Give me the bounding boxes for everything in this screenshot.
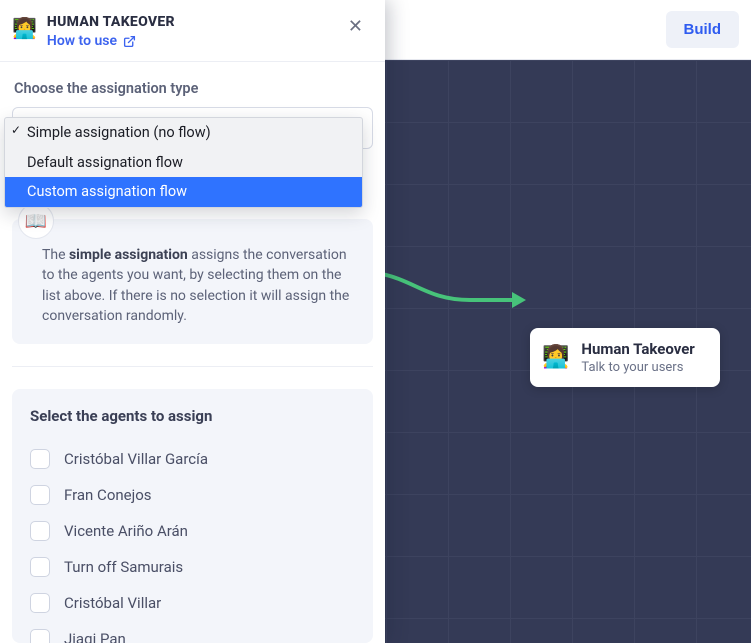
agent-row[interactable]: Cristóbal Villar <box>30 585 355 621</box>
panel-body: Choose the assignation type Simple assig… <box>0 62 385 643</box>
assignation-select-wrap: Simple assignation (no flow)Default assi… <box>12 107 373 149</box>
assignation-type-label: Choose the assignation type <box>14 80 371 97</box>
agent-checkbox[interactable] <box>30 629 50 643</box>
agent-row[interactable]: Turn off Samurais <box>30 549 355 585</box>
info-bold: simple assignation <box>69 247 188 263</box>
agent-checkbox[interactable] <box>30 593 50 613</box>
panel-header: 👩‍💻 HUMAN TAKEOVER How to use ✕ <box>0 0 385 62</box>
book-emoji: 📖 <box>25 211 47 232</box>
agents-card: Select the agents to assign Cristóbal Vi… <box>12 389 373 643</box>
agent-name: Cristóbal Villar <box>64 594 161 612</box>
how-to-use-label: How to use <box>47 33 117 49</box>
assignation-dropdown[interactable]: Simple assignation (no flow)Default assi… <box>4 117 363 208</box>
node-title: Human Takeover <box>581 340 694 358</box>
agent-row[interactable]: Cristóbal Villar García <box>30 441 355 477</box>
panel-heading-block: HUMAN TAKEOVER How to use <box>47 14 175 49</box>
external-link-icon <box>123 35 136 48</box>
agent-name: Jiaqi Pan <box>64 630 126 643</box>
config-panel: 👩‍💻 HUMAN TAKEOVER How to use ✕ Choose t… <box>0 0 385 643</box>
dropdown-option[interactable]: Custom assignation flow <box>5 177 362 207</box>
agent-checkbox[interactable] <box>30 449 50 469</box>
close-icon[interactable]: ✕ <box>342 14 369 40</box>
agent-checkbox[interactable] <box>30 485 50 505</box>
agent-row[interactable]: Fran Conejos <box>30 477 355 513</box>
node-human-takeover[interactable]: 👩‍💻 Human Takeover Talk to your users <box>530 328 720 387</box>
person-computer-icon: 👩‍💻 <box>542 347 569 369</box>
agent-checkbox[interactable] <box>30 557 50 577</box>
agents-list: Cristóbal Villar García Fran Conejos Vicen… <box>30 441 355 643</box>
build-button[interactable]: Build <box>666 11 740 48</box>
book-icon: 📖 <box>18 203 54 239</box>
agent-row[interactable]: Jiaqi Pan <box>30 621 355 643</box>
agent-name: Fran Conejos <box>64 486 152 504</box>
divider <box>12 366 373 367</box>
person-computer-icon: 👩‍💻 <box>12 16 37 40</box>
agent-checkbox[interactable] <box>30 521 50 541</box>
info-card: 📖 The simple assignation assigns the con… <box>12 219 373 344</box>
agent-name: Cristóbal Villar García <box>64 450 208 468</box>
agents-title: Select the agents to assign <box>30 407 355 425</box>
dropdown-option[interactable]: Simple assignation (no flow) <box>5 118 362 148</box>
node-body: Human Takeover Talk to your users <box>581 340 694 375</box>
panel-title: HUMAN TAKEOVER <box>47 14 175 30</box>
how-to-use-link[interactable]: How to use <box>47 33 136 49</box>
info-text: The simple assignation assigns the conve… <box>28 245 353 326</box>
node-subtitle: Talk to your users <box>581 360 694 375</box>
flow-connector <box>360 260 560 320</box>
agent-name: Turn off Samurais <box>64 558 183 576</box>
agent-name: Vicente Ariño Arán <box>64 522 188 540</box>
dropdown-option[interactable]: Default assignation flow <box>5 148 362 178</box>
info-prefix: The <box>42 247 69 263</box>
agent-row[interactable]: Vicente Ariño Arán <box>30 513 355 549</box>
